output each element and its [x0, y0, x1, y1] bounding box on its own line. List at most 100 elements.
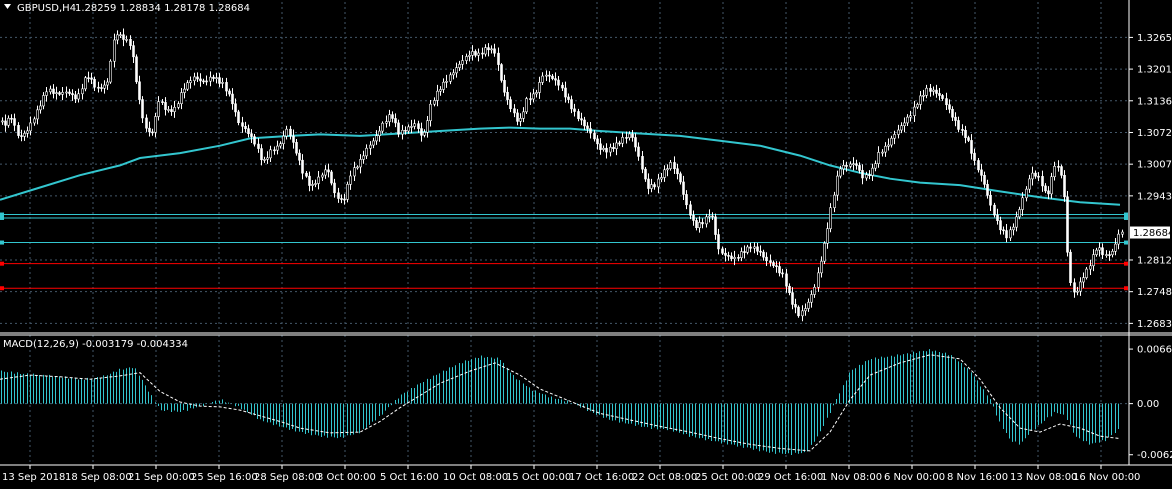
time-tick-label: 3 Oct 00:00	[317, 472, 376, 483]
candle-74[interactable]	[237, 109, 240, 126]
candle-body	[682, 181, 685, 195]
level-handle-right-2[interactable]	[1124, 240, 1128, 245]
candle-body	[61, 92, 64, 95]
candle-body	[1089, 265, 1092, 270]
candle-body	[1101, 247, 1104, 256]
candle-body	[221, 82, 224, 84]
candle-333[interactable]	[1066, 190, 1069, 257]
candle-body	[989, 194, 992, 206]
candle-body	[4, 120, 7, 126]
candle-339[interactable]	[1085, 266, 1088, 280]
candle-body	[605, 147, 608, 153]
candle-body	[317, 176, 320, 184]
candle-body	[282, 135, 285, 145]
candle-body	[100, 87, 103, 89]
candle-body	[1053, 166, 1056, 178]
candle-body	[253, 136, 256, 145]
candle-body	[980, 169, 983, 176]
level-handle-right-0[interactable]	[1124, 212, 1128, 217]
candle-body	[685, 194, 688, 206]
candle-body	[260, 148, 263, 161]
level-handle-left-4[interactable]	[0, 286, 4, 291]
candle-257[interactable]	[823, 241, 826, 265]
candle-body	[423, 131, 426, 136]
candle-body	[826, 228, 829, 244]
macd-tick-label: 0.006699	[1137, 345, 1172, 356]
candle-body	[455, 67, 458, 74]
candle-body	[628, 133, 631, 139]
candle-body	[218, 77, 221, 84]
candle-body	[247, 128, 250, 134]
candle-body	[84, 77, 87, 90]
candle-body	[417, 123, 420, 129]
candle-body	[525, 98, 528, 113]
candle-body	[461, 60, 464, 65]
level-handle-left-0[interactable]	[0, 212, 4, 217]
candle-body	[666, 168, 669, 171]
candle-body	[621, 137, 624, 144]
candle-34[interactable]	[109, 59, 112, 84]
candle-body	[500, 64, 503, 81]
candle-164[interactable]	[525, 96, 528, 114]
candle-body	[509, 99, 512, 110]
candle-body	[39, 105, 42, 111]
candle-body	[714, 216, 717, 235]
level-handle-right-1[interactable]	[1124, 215, 1128, 220]
candle-body	[481, 52, 484, 55]
candle-body	[356, 166, 359, 169]
candle-body	[820, 260, 823, 274]
candle-body	[794, 304, 797, 308]
candle-body	[557, 79, 560, 86]
level-handle-right-4[interactable]	[1124, 286, 1128, 291]
candle-103[interactable]	[330, 169, 333, 186]
time-tick-label: 6 Nov 00:00	[884, 472, 945, 483]
candle-body	[849, 163, 852, 167]
candle-body	[948, 104, 951, 110]
candle-body	[513, 108, 516, 114]
candle-156[interactable]	[500, 63, 503, 83]
price-tick-label: 1.29430	[1137, 191, 1172, 202]
candle-body	[740, 251, 743, 258]
candle-108[interactable]	[346, 181, 349, 203]
candle-body	[861, 170, 864, 179]
candle-body	[877, 152, 880, 164]
candle-body	[119, 34, 122, 37]
candle-body	[276, 145, 279, 151]
candle-249[interactable]	[797, 305, 800, 318]
candle-body	[503, 80, 506, 93]
candle-body	[756, 246, 759, 252]
time-tick-label: 8 Nov 16:00	[947, 472, 1008, 483]
level-handle-left-1[interactable]	[0, 215, 4, 220]
candle-334[interactable]	[1069, 249, 1072, 286]
candle-body	[490, 48, 493, 51]
candle-body	[695, 220, 698, 229]
candle-body	[449, 74, 452, 82]
time-tick-label: 5 Oct 16:00	[380, 472, 439, 483]
candle-body	[1111, 251, 1114, 256]
candle-body	[477, 52, 480, 56]
candle-body	[321, 174, 324, 178]
candle-body	[474, 51, 477, 56]
candle-310[interactable]	[993, 202, 996, 218]
trading-chart[interactable]: 1.32655 1.32010 1.31365 1.30720 1.30075 1.294…	[0, 0, 1172, 489]
candle-body	[244, 126, 247, 129]
candle-body	[7, 117, 10, 126]
candle-body	[615, 142, 618, 149]
candle-body	[772, 262, 775, 266]
candle-body	[295, 142, 298, 154]
candle-body	[353, 167, 356, 177]
candle-body	[708, 215, 711, 218]
level-handle-right-3[interactable]	[1124, 261, 1128, 266]
candle-body	[721, 248, 724, 254]
level-handle-left-3[interactable]	[0, 261, 4, 266]
candle-body	[957, 120, 960, 130]
candle-26[interactable]	[84, 75, 87, 92]
macd-tick-label: 0.00	[1137, 399, 1159, 410]
candle-body	[813, 286, 816, 295]
candle-body	[660, 177, 663, 180]
candle-body	[346, 184, 349, 200]
candle-42[interactable]	[135, 54, 138, 84]
level-handle-left-2[interactable]	[0, 240, 4, 245]
candle-body	[442, 81, 445, 90]
candle-259[interactable]	[829, 203, 832, 233]
